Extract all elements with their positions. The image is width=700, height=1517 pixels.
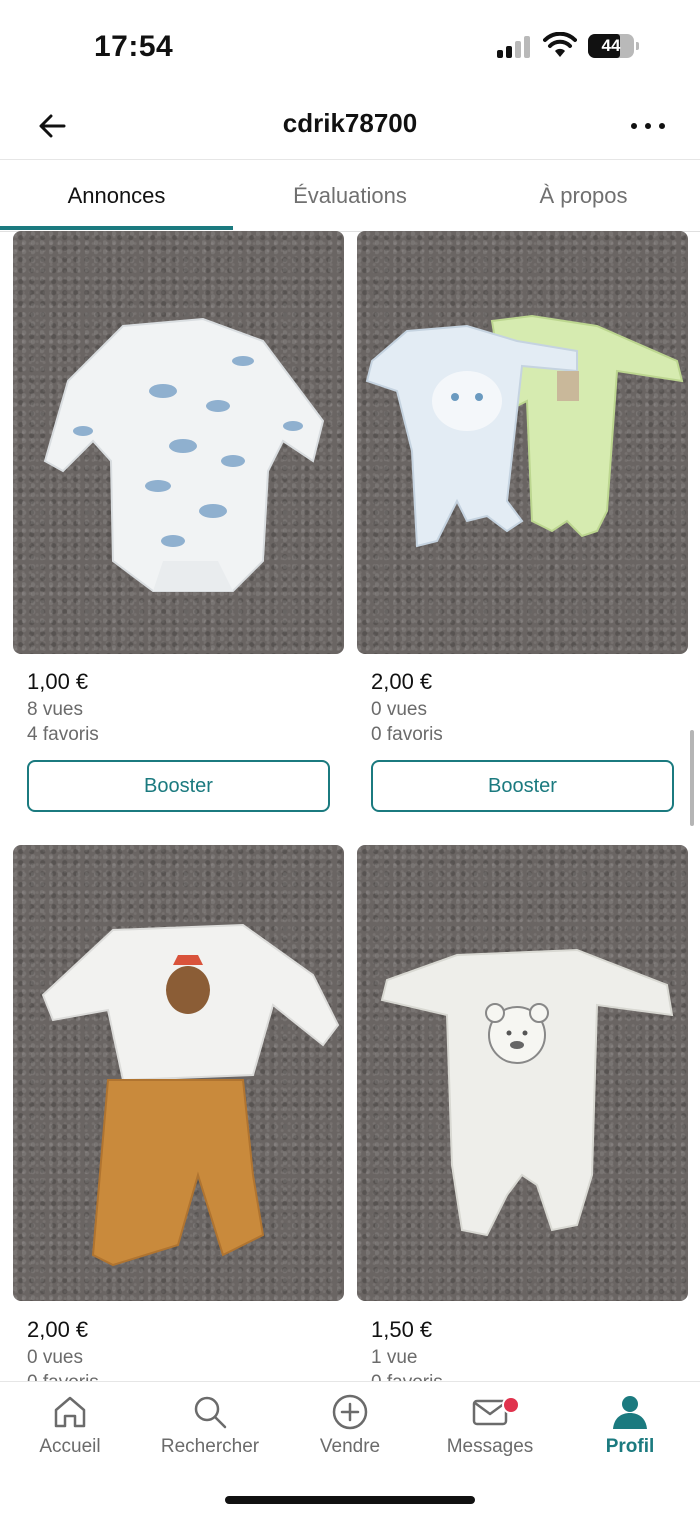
tab-a-propos[interactable]: À propos — [467, 160, 700, 232]
tab-annonces[interactable]: Annonces — [0, 160, 233, 232]
status-time: 17:54 — [94, 30, 174, 63]
listing-card[interactable]: 1,00 € 8 vues 4 favoris Booster — [13, 231, 344, 821]
listings-grid: 1,00 € 8 vues 4 favoris Booster 2,00 € 0… — [0, 231, 700, 1381]
nav-profil[interactable]: Profil — [560, 1392, 700, 1472]
header: cdrik78700 — [0, 92, 700, 160]
nav-accueil[interactable]: Accueil — [0, 1392, 140, 1472]
nav-label: Vendre — [319, 1436, 381, 1457]
listing-favorites: 4 favoris — [27, 724, 99, 745]
listing-photo[interactable] — [13, 845, 344, 1301]
listing-photo[interactable] — [357, 231, 688, 654]
listing-favorites: 0 favoris — [371, 724, 443, 745]
listing-photo[interactable] — [13, 231, 344, 654]
notification-badge — [502, 1396, 520, 1414]
scrollbar[interactable] — [690, 730, 694, 826]
home-icon — [54, 1396, 86, 1428]
listing-views: 8 vues — [27, 699, 83, 720]
listing-price: 1,00 € — [27, 669, 89, 694]
tab-evaluations[interactable]: Évaluations — [233, 160, 467, 232]
listing-price: 2,00 € — [371, 669, 433, 694]
listing-favorites: 0 favoris — [27, 1372, 99, 1381]
signal-icon — [497, 36, 533, 58]
nav-messages[interactable]: Messages — [420, 1392, 560, 1472]
listing-views: 1 vue — [371, 1347, 418, 1368]
listing-card[interactable]: 2,00 € 0 vues 0 favoris — [13, 845, 344, 1381]
listing-views: 0 vues — [371, 699, 427, 720]
nav-label: Accueil — [39, 1436, 101, 1457]
battery-level: 44 — [601, 36, 621, 55]
profile-tabs: Annonces Évaluations À propos — [0, 160, 700, 232]
page-title: cdrik78700 — [282, 108, 418, 138]
home-indicator — [225, 1496, 475, 1504]
listing-favorites: 0 favoris — [371, 1372, 443, 1381]
listing-card[interactable]: 2,00 € 0 vues 0 favoris Booster — [357, 231, 688, 821]
nav-vendre[interactable]: Vendre — [280, 1392, 420, 1472]
plus-circle-icon — [332, 1394, 368, 1430]
nav-rechercher[interactable]: Rechercher — [140, 1392, 280, 1472]
listing-views: 0 vues — [27, 1347, 83, 1368]
listing-card[interactable]: 1,50 € 1 vue 0 favoris — [357, 845, 688, 1381]
nav-label: Messages — [446, 1436, 534, 1457]
more-horizontal-icon[interactable] — [626, 110, 670, 142]
profile-icon — [613, 1396, 647, 1429]
search-icon — [194, 1396, 227, 1429]
listing-price: 2,00 € — [27, 1317, 89, 1342]
nav-label: Rechercher — [160, 1436, 260, 1457]
status-bar: 17:54 44 — [0, 0, 700, 92]
booster-button[interactable]: Booster — [27, 760, 330, 812]
active-tab-indicator — [0, 226, 233, 230]
nav-label: Profil — [605, 1436, 655, 1457]
listing-price: 1,50 € — [371, 1317, 433, 1342]
battery-icon: 44 — [588, 34, 639, 58]
booster-button[interactable]: Booster — [371, 760, 674, 812]
listing-photo[interactable] — [357, 845, 688, 1301]
wifi-icon — [543, 32, 577, 57]
